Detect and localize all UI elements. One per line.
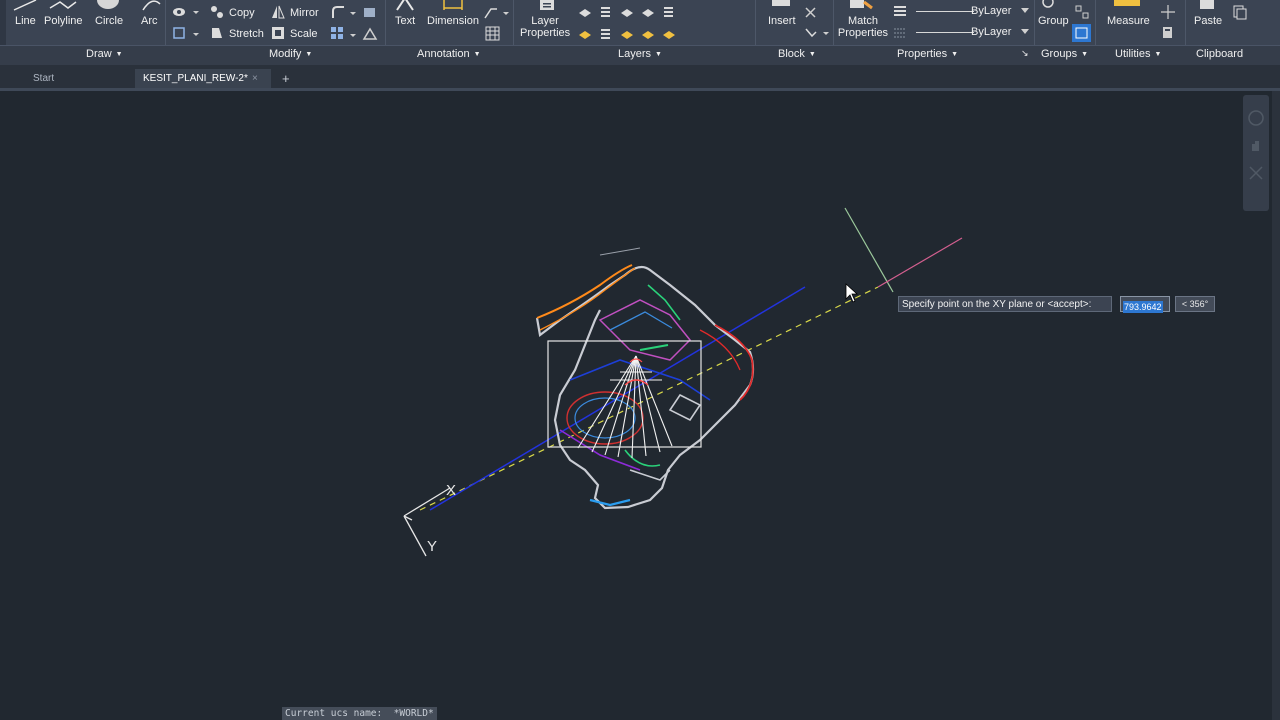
ucs-axis-blue (429, 286, 806, 511)
dynamic-input-value: 793.9642 (1123, 301, 1163, 313)
mouse-cursor-icon (845, 283, 859, 303)
dynamic-input-prompt: Specify point on the XY plane or <accept… (898, 296, 1112, 312)
ucs-x-label: X (446, 482, 456, 499)
command-history-line: Current ucs name: *WORLD* (282, 707, 437, 720)
zoom-extents-icon[interactable] (1248, 165, 1264, 181)
navigation-bar[interactable] (1243, 95, 1269, 211)
dynamic-input-angle-field[interactable]: < 356° (1175, 296, 1215, 312)
pan-icon[interactable] (1249, 139, 1263, 153)
ucs-y-preview (844, 207, 894, 293)
dynamic-input-value-field[interactable]: 793.9642 (1120, 296, 1170, 313)
drawing-area[interactable]: X Y (0, 0, 1280, 720)
steering-wheel-icon[interactable] (1247, 109, 1265, 127)
vertical-scrollbar[interactable] (1272, 91, 1280, 720)
ucs-x-preview (877, 237, 963, 288)
building-plan (535, 247, 755, 510)
ucs-y-label: Y (427, 538, 437, 555)
